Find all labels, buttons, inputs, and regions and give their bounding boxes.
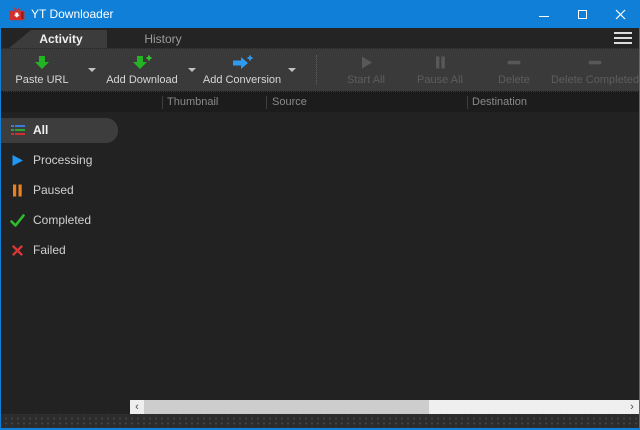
column-source: Source [272, 96, 307, 108]
sidebar-item-paused[interactable]: Paused [1, 178, 118, 203]
minimize-button[interactable] [525, 0, 563, 28]
tab-activity-label: Activity [39, 32, 82, 46]
add-download-label: Add Download [106, 74, 178, 86]
sidebar-row: Failed [1, 235, 131, 265]
pause-orange-icon [10, 184, 25, 197]
add-conversion-label: Add Conversion [203, 74, 281, 86]
maximize-icon [578, 10, 587, 19]
sidebar-row: All [1, 115, 131, 145]
add-conversion-group: Add Conversion [203, 49, 303, 91]
window-controls [525, 0, 639, 28]
tab-activity[interactable]: Activity [1, 30, 107, 48]
add-download-button[interactable]: Add Download [103, 49, 181, 91]
pause-icon [433, 55, 447, 71]
green-down-arrow-plus-icon [132, 55, 152, 71]
column-destination: Destination [472, 96, 527, 108]
column-separator [266, 96, 267, 109]
paste-url-group: Paste URL [3, 49, 103, 91]
check-green-icon [10, 214, 25, 227]
paste-url-dropdown[interactable] [81, 49, 103, 91]
sidebar-item-label: All [33, 123, 48, 137]
add-download-dropdown[interactable] [181, 49, 203, 91]
list-header: Thumbnail Source Destination [1, 92, 639, 112]
minus-icon [587, 55, 603, 71]
titlebar: YT Downloader [1, 0, 639, 28]
scroll-left-arrow[interactable]: ‹ [130, 400, 144, 414]
sidebar-item-all[interactable]: All [1, 118, 118, 143]
add-download-group: Add Download [103, 49, 203, 91]
scrollbar-thumb[interactable] [144, 400, 429, 414]
sidebar-item-processing[interactable]: Processing [1, 148, 118, 173]
sidebar-item-label: Processing [33, 153, 92, 167]
sidebar-item-label: Completed [33, 213, 91, 227]
add-conversion-button[interactable]: Add Conversion [203, 49, 281, 91]
window-title: YT Downloader [31, 7, 114, 21]
filter-sidebar: All Processing [1, 112, 131, 414]
start-all-button[interactable]: Start All [329, 49, 403, 91]
sidebar-row: Completed [1, 205, 131, 235]
app-icon [9, 7, 25, 21]
chevron-down-icon [288, 68, 296, 72]
paste-url-button[interactable]: Paste URL [3, 49, 81, 91]
delete-completed-button[interactable]: Delete Completed [551, 49, 639, 91]
delete-button[interactable]: Delete [477, 49, 551, 91]
chevron-down-icon [88, 68, 96, 72]
sidebar-item-label: Paused [33, 183, 74, 197]
list-multicolor-icon [10, 124, 25, 136]
pause-all-button[interactable]: Pause All [403, 49, 477, 91]
minimize-icon [539, 16, 549, 17]
blue-right-arrow-plus-icon [232, 55, 253, 71]
column-separator [162, 96, 163, 109]
tab-history-label: History [144, 32, 181, 46]
tab-bar: Activity History [1, 28, 639, 48]
play-blue-icon [10, 154, 25, 167]
scroll-right-arrow[interactable]: › [625, 400, 639, 414]
menu-icon[interactable] [614, 32, 632, 44]
sidebar-item-label: Failed [33, 243, 66, 257]
sidebar-item-failed[interactable]: Failed [1, 238, 118, 263]
column-thumbnail: Thumbnail [167, 96, 218, 108]
status-bar [1, 414, 639, 428]
add-conversion-dropdown[interactable] [281, 49, 303, 91]
delete-label: Delete [498, 74, 530, 86]
paste-url-label: Paste URL [15, 74, 68, 86]
toolbar: Paste URL Add Download [1, 48, 639, 92]
chevron-down-icon [188, 68, 196, 72]
start-all-label: Start All [347, 74, 385, 86]
pause-all-label: Pause All [417, 74, 463, 86]
tab-history[interactable]: History [107, 30, 219, 48]
sidebar-row: Paused [1, 175, 131, 205]
download-list-area [131, 112, 639, 414]
green-down-arrow-icon [34, 55, 50, 71]
main-area: All Processing [1, 112, 639, 414]
maximize-button[interactable] [563, 0, 601, 28]
close-button[interactable] [601, 0, 639, 28]
sidebar-item-completed[interactable]: Completed [1, 208, 118, 233]
delete-completed-label: Delete Completed [551, 74, 639, 86]
app-window: YT Downloader Activity History [0, 0, 640, 430]
minus-icon [506, 55, 522, 71]
x-red-icon [10, 244, 25, 257]
column-separator [467, 96, 468, 109]
sidebar-row: Processing [1, 145, 131, 175]
horizontal-scrollbar[interactable]: ‹ › [130, 400, 639, 414]
close-icon [615, 9, 626, 20]
toolbar-separator [316, 55, 317, 85]
play-icon [358, 55, 374, 71]
